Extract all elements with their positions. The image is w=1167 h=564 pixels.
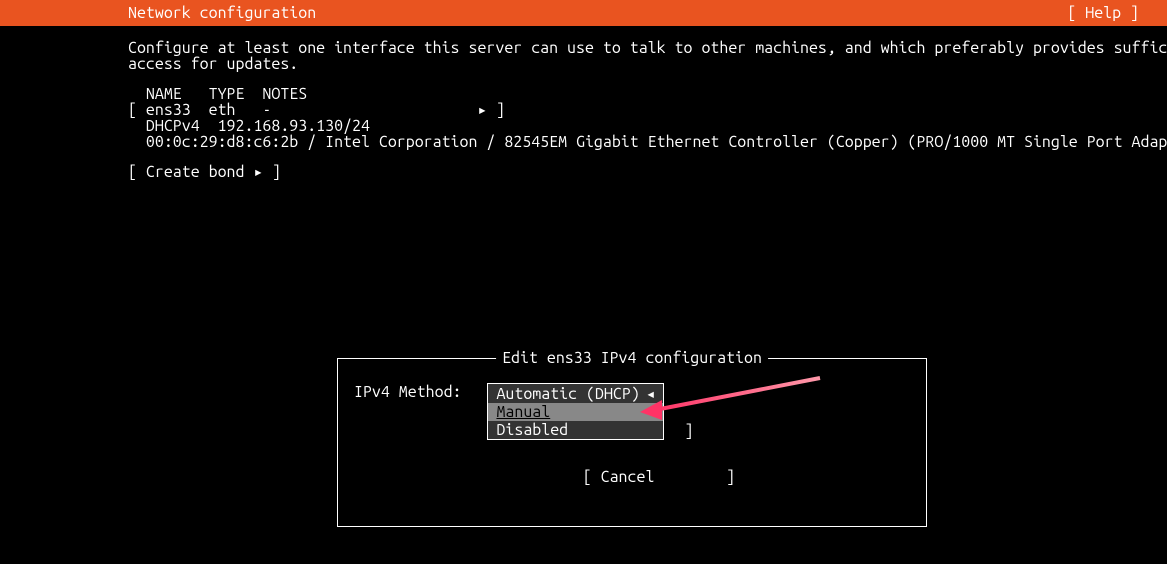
caret-left-icon: ◂ xyxy=(640,385,656,403)
dialog-title: Edit ens33 IPv4 configuration xyxy=(496,349,768,367)
ipv4-config-dialog: Edit ens33 IPv4 configuration IPv4 Metho… xyxy=(337,358,927,527)
description-text: Configure at least one interface this se… xyxy=(128,40,1167,72)
dropdown-option-automatic-label: Automatic (DHCP) xyxy=(496,385,639,403)
dropdown-option-disabled-label: Disabled xyxy=(496,421,568,439)
dialog-buttons: [ Cancel ] xyxy=(354,450,910,504)
ipv4-method-row: IPv4 Method: Automatic (DHCP)◂ Manual Di… xyxy=(354,383,910,440)
create-bond-button[interactable]: [ Create bond ▸ ] xyxy=(128,164,1167,180)
dropdown-option-manual[interactable]: Manual xyxy=(488,403,663,421)
iface-table-header: NAME TYPE NOTES xyxy=(128,86,1167,102)
dropdown-option-automatic[interactable]: Automatic (DHCP)◂ xyxy=(488,384,663,403)
main-content: Configure at least one interface this se… xyxy=(0,26,1167,180)
dropdown-option-disabled[interactable]: Disabled xyxy=(488,421,663,439)
header-bar: Network configuration [ Help ] xyxy=(0,0,1167,26)
page-title: Network configuration xyxy=(0,4,316,22)
iface-row-ens33[interactable]: [ ens33 eth - ▸ ] xyxy=(128,102,1167,118)
iface-row-dhcp: DHCPv4 192.168.93.130/24 xyxy=(128,118,1167,134)
cancel-button[interactable]: [ Cancel ] xyxy=(583,468,735,486)
ipv4-method-label: IPv4 Method: xyxy=(354,383,487,401)
iface-row-mac: 00:0c:29:d8:c6:2b / Intel Corporation / … xyxy=(128,134,1167,150)
ipv4-method-dropdown[interactable]: Automatic (DHCP)◂ Manual Disabled xyxy=(487,383,664,440)
help-button[interactable]: [ Help ] xyxy=(1067,4,1167,22)
bracket-close: ] xyxy=(684,422,693,440)
dropdown-option-manual-label: Manual xyxy=(496,403,550,421)
